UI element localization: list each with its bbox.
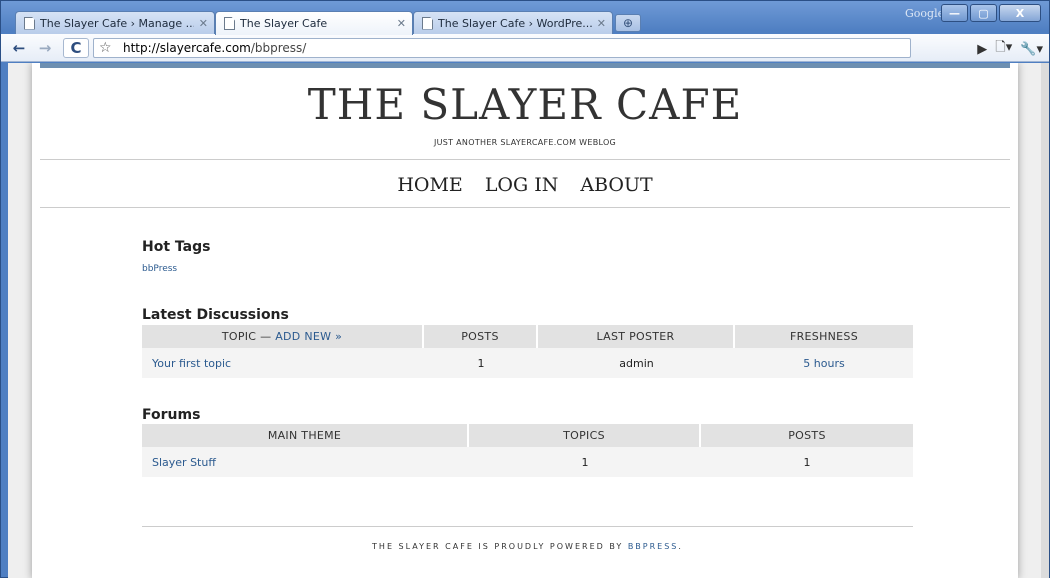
header-accent-bar	[40, 63, 1010, 68]
site-tagline: JUST ANOTHER SLAYERCAFE.COM WEBLOG	[433, 138, 617, 147]
col-forum-posts: POSTS	[701, 424, 913, 447]
toolbar-right: ▶ 🗋▾ 🔧▾	[977, 38, 1043, 60]
title-bar: The Slayer Cafe › Manage ... ✕ The Slaye…	[1, 1, 1049, 35]
freshness-link[interactable]: 5 hours	[803, 357, 844, 370]
page-icon	[224, 17, 235, 30]
google-label: Google	[905, 7, 945, 20]
back-button[interactable]: ←	[9, 38, 29, 58]
col-topic: TOPIC — ADD NEW »	[142, 325, 424, 348]
footer-text: THE SLAYER CAFE IS PROUDLY POWERED BY	[372, 542, 624, 551]
main-content: Hot Tags bbPress Latest Discussions TOPI…	[142, 239, 913, 477]
table-row: Your first topic 1 admin 5 hours	[142, 348, 913, 378]
forums-heading: Forums	[142, 407, 201, 423]
bbpress-link[interactable]: BBPRESS	[628, 542, 679, 551]
reload-button[interactable]: C	[63, 38, 89, 58]
footer-end: .	[678, 542, 683, 551]
new-tab-button[interactable]: ⊕	[615, 14, 641, 32]
page-icon	[24, 16, 35, 30]
col-topic-label: TOPIC —	[221, 330, 272, 343]
posts-cell: 1	[424, 348, 538, 378]
tab-wordpress[interactable]: The Slayer Cafe › WordPre... ✕	[413, 11, 613, 34]
freshness-cell: 5 hours	[735, 348, 913, 378]
hot-tags-heading: Hot Tags	[142, 239, 211, 255]
add-new-link[interactable]: ADD NEW »	[275, 330, 342, 343]
col-freshness: FRESHNESS	[735, 325, 913, 348]
browser-toolbar: ← → C ☆ http://slayercafe.com/bbpress/ ▶…	[1, 34, 1049, 62]
tab-label: The Slayer Cafe › Manage ...	[40, 16, 194, 30]
latest-discussions-heading: Latest Discussions	[142, 307, 289, 323]
page-viewport: THE SLAYER CAFE JUST ANOTHER SLAYERCAFE.…	[8, 63, 1042, 578]
page-menu-icon[interactable]: 🗋▾	[995, 38, 1012, 60]
tab-slayer-cafe[interactable]: The Slayer Cafe ✕	[215, 11, 413, 35]
table-header-row: TOPIC — ADD NEW » POSTS LAST POSTER FRES…	[142, 325, 913, 348]
topic-cell: Your first topic	[142, 348, 424, 378]
browser-window: The Slayer Cafe › Manage ... ✕ The Slaye…	[0, 0, 1050, 578]
tab-manage[interactable]: The Slayer Cafe › Manage ... ✕	[15, 11, 215, 34]
tab-close-icon[interactable]: ✕	[597, 17, 606, 30]
forum-name-cell: Slayer Stuff	[142, 447, 469, 477]
forum-posts-cell: 1	[701, 447, 913, 477]
forum-topics-cell: 1	[469, 447, 701, 477]
topic-link[interactable]: Your first topic	[152, 357, 231, 370]
scrollbar[interactable]	[1041, 63, 1049, 578]
nav-home[interactable]: HOME	[397, 174, 462, 196]
forum-link[interactable]: Slayer Stuff	[152, 456, 216, 469]
col-last-poster: LAST POSTER	[538, 325, 735, 348]
table-row: Slayer Stuff 1 1	[142, 447, 913, 477]
maximize-button[interactable]: ▢	[970, 4, 997, 22]
divider	[40, 159, 1010, 160]
page-icon	[422, 16, 433, 30]
tab-close-icon[interactable]: ✕	[397, 17, 406, 30]
forward-button[interactable]: →	[35, 38, 55, 58]
page-content: THE SLAYER CAFE JUST ANOTHER SLAYERCAFE.…	[32, 63, 1018, 578]
table-header-row: MAIN THEME TOPICS POSTS	[142, 424, 913, 447]
go-icon[interactable]: ▶	[977, 42, 987, 57]
col-main-theme: MAIN THEME	[142, 424, 469, 447]
tab-label: The Slayer Cafe	[240, 17, 328, 30]
col-posts: POSTS	[424, 325, 538, 348]
minimize-button[interactable]: —	[941, 4, 968, 22]
main-nav: HOME LOG IN ABOUT	[32, 174, 1018, 196]
url-host: http://slayercafe.com	[123, 41, 251, 55]
col-topics: TOPICS	[469, 424, 701, 447]
tag-link[interactable]: bbPress	[142, 264, 177, 274]
close-window-button[interactable]: X	[999, 4, 1041, 22]
star-icon[interactable]: ☆	[99, 39, 112, 57]
wrench-icon[interactable]: 🔧▾	[1020, 42, 1043, 57]
last-poster-cell: admin	[538, 348, 735, 378]
nav-log-in[interactable]: LOG IN	[485, 174, 559, 196]
divider	[40, 207, 1010, 208]
url-path: /bbpress/	[250, 41, 307, 55]
latest-discussions-table: TOPIC — ADD NEW » POSTS LAST POSTER FRES…	[142, 325, 913, 378]
footer: THE SLAYER CAFE IS PROUDLY POWERED BY BB…	[142, 542, 913, 551]
footer-divider	[142, 526, 913, 527]
address-bar[interactable]: ☆ http://slayercafe.com/bbpress/	[93, 38, 911, 58]
site-title[interactable]: THE SLAYER CAFE	[32, 80, 1018, 129]
nav-about[interactable]: ABOUT	[580, 174, 652, 196]
forums-table: MAIN THEME TOPICS POSTS Slayer Stuff 1 1	[142, 424, 913, 477]
tab-label: The Slayer Cafe › WordPre...	[438, 16, 592, 30]
window-controls: — ▢ X	[941, 4, 1041, 22]
tab-close-icon[interactable]: ✕	[199, 17, 208, 30]
